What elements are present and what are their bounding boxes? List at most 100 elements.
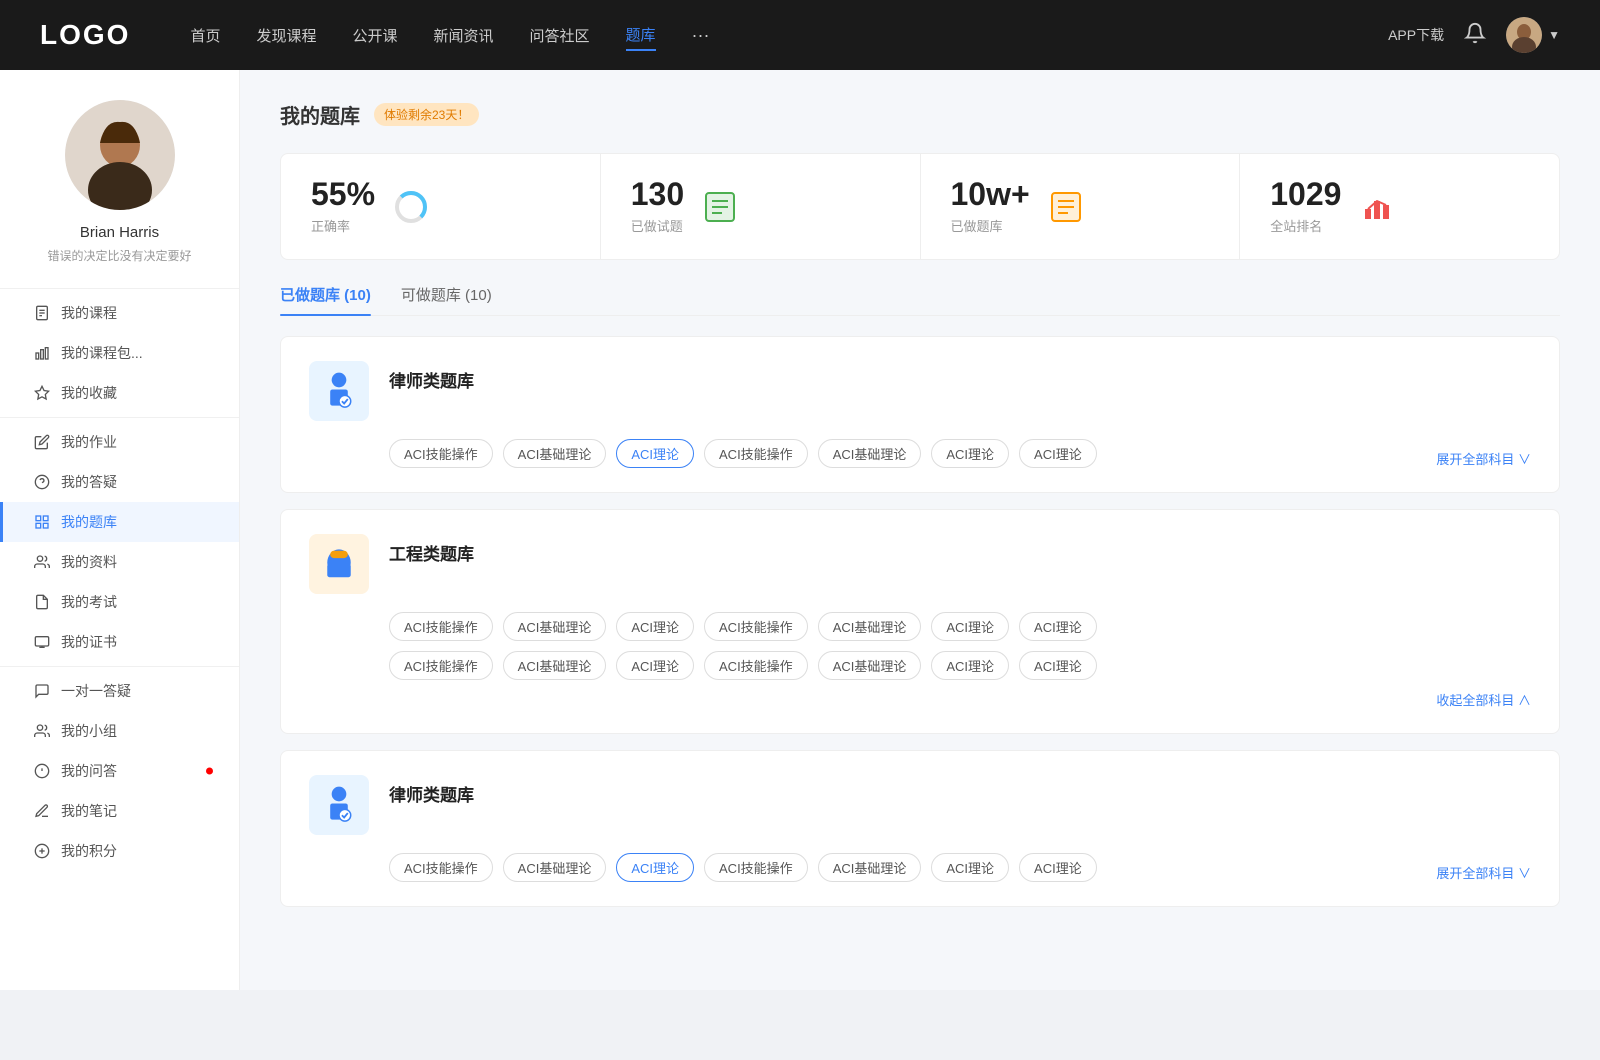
logo[interactable]: LOGO (40, 19, 130, 51)
sidebar-item-question-bank[interactable]: 我的题库 (0, 502, 239, 542)
tag-0-5[interactable]: ACI理论 (931, 439, 1009, 468)
sidebar-label: 我的课程包... (61, 343, 143, 363)
sidebar-item-favorites[interactable]: 我的收藏 (0, 373, 239, 413)
sidebar-item-1on1-qa[interactable]: 一对一答疑 (0, 671, 239, 711)
chevron-down-icon: ▼ (1548, 28, 1560, 42)
sidebar-item-profile[interactable]: 我的资料 (0, 542, 239, 582)
page-wrapper: Brian Harris 错误的决定比没有决定要好 我的课程 我的课程包... (0, 70, 1600, 990)
star-icon (33, 384, 51, 402)
expand-link-0[interactable]: 展开全部科目 ∨ (1436, 449, 1531, 468)
notification-bell[interactable] (1464, 22, 1486, 49)
avatar (1506, 17, 1542, 53)
tag-1-r2-5[interactable]: ACI理论 (931, 651, 1009, 680)
tag-0-1[interactable]: ACI基础理论 (503, 439, 607, 468)
tag-2-4[interactable]: ACI基础理论 (818, 853, 922, 882)
sidebar-item-qa[interactable]: 我的答疑 (0, 462, 239, 502)
stat-label-done-questions: 已做试题 (631, 216, 684, 235)
sidebar-label: 我的证书 (61, 632, 117, 652)
nav-qa[interactable]: 问答社区 (530, 21, 590, 50)
tag-0-4[interactable]: ACI基础理论 (818, 439, 922, 468)
navbar: LOGO 首页 发现课程 公开课 新闻资讯 问答社区 题库 ··· APP下载 … (0, 0, 1600, 70)
tag-2-0[interactable]: ACI技能操作 (389, 853, 493, 882)
nav-discover[interactable]: 发现课程 (256, 21, 316, 50)
stat-label-ranking: 全站排名 (1270, 216, 1341, 235)
tag-2-5[interactable]: ACI理论 (931, 853, 1009, 882)
badge-dot (206, 768, 213, 775)
tag-0-3[interactable]: ACI技能操作 (704, 439, 808, 468)
user-avatar-button[interactable]: ▼ (1506, 17, 1560, 53)
collapse-link-1[interactable]: 收起全部科目 ∧ (1436, 690, 1531, 709)
tag-0-2[interactable]: ACI理论 (616, 439, 694, 468)
page-header: 我的题库 体验剩余23天！ (280, 100, 1560, 129)
tag-1-r2-4[interactable]: ACI基础理论 (818, 651, 922, 680)
tag-1-1[interactable]: ACI基础理论 (503, 612, 607, 641)
sidebar-item-course-package[interactable]: 我的课程包... (0, 333, 239, 373)
trial-badge: 体验剩余23天！ (374, 103, 479, 126)
tag-1-2[interactable]: ACI理论 (616, 612, 694, 641)
tag-2-3[interactable]: ACI技能操作 (704, 853, 808, 882)
sidebar-item-group[interactable]: 我的小组 (0, 711, 239, 751)
tags-row-1-2: ACI技能操作 ACI基础理论 ACI理论 ACI技能操作 ACI基础理论 AC… (389, 651, 1531, 680)
stat-value-ranking: 1029 (1270, 178, 1341, 210)
qbank-title-2: 律师类题库 (389, 775, 474, 806)
tab-available-banks[interactable]: 可做题库 (10) (401, 284, 492, 315)
tag-0-6[interactable]: ACI理论 (1019, 439, 1097, 468)
sidebar-label: 我的小组 (61, 721, 117, 741)
sidebar-label: 我的资料 (61, 552, 117, 572)
tags-row-0: ACI技能操作 ACI基础理论 ACI理论 ACI技能操作 ACI基础理论 AC… (389, 439, 1436, 468)
sidebar-item-notes[interactable]: 我的笔记 (0, 791, 239, 831)
tag-2-2[interactable]: ACI理论 (616, 853, 694, 882)
sidebar-item-exam[interactable]: 我的考试 (0, 582, 239, 622)
points-icon (33, 842, 51, 860)
stat-card-done-banks: 10w+ 已做题库 (921, 154, 1241, 259)
tags-row-2: ACI技能操作 ACI基础理论 ACI理论 ACI技能操作 ACI基础理论 AC… (389, 853, 1436, 882)
tab-done-banks[interactable]: 已做题库 (10) (280, 284, 371, 315)
tag-0-0[interactable]: ACI技能操作 (389, 439, 493, 468)
tag-1-r2-1[interactable]: ACI基础理论 (503, 651, 607, 680)
tag-1-5[interactable]: ACI理论 (931, 612, 1009, 641)
chat-icon (33, 682, 51, 700)
sidebar-divider-1 (0, 417, 239, 418)
tags-section-1-row1: ACI技能操作 ACI基础理论 ACI理论 ACI技能操作 ACI基础理论 AC… (309, 612, 1531, 680)
sidebar-label: 我的收藏 (61, 383, 117, 403)
tag-2-1[interactable]: ACI基础理论 (503, 853, 607, 882)
sidebar-item-my-questions[interactable]: 我的问答 (0, 751, 239, 791)
sidebar-label: 我的课程 (61, 303, 117, 323)
expand-link-2[interactable]: 展开全部科目 ∨ (1436, 863, 1531, 882)
qbank-icon-lawyer-0 (309, 361, 369, 421)
tag-1-r2-3[interactable]: ACI技能操作 (704, 651, 808, 680)
nav-question-bank[interactable]: 题库 (626, 20, 656, 51)
app-download-link[interactable]: APP下载 (1388, 25, 1444, 45)
qbank-card-2: 律师类题库 ACI技能操作 ACI基础理论 ACI理论 ACI技能操作 ACI基… (280, 750, 1560, 907)
nav-home[interactable]: 首页 (190, 21, 220, 50)
sidebar-item-certificate[interactable]: 我的证书 (0, 622, 239, 662)
sidebar-item-points[interactable]: 我的积分 (0, 831, 239, 871)
tag-2-6[interactable]: ACI理论 (1019, 853, 1097, 882)
nav-more[interactable]: ··· (692, 25, 710, 46)
tags-section-0: ACI技能操作 ACI基础理论 ACI理论 ACI技能操作 ACI基础理论 AC… (309, 439, 1531, 468)
tabs-row: 已做题库 (10) 可做题库 (10) (280, 284, 1560, 316)
tag-1-r2-0[interactable]: ACI技能操作 (389, 651, 493, 680)
stat-value-done-banks: 10w+ (951, 178, 1030, 210)
sidebar-item-my-course[interactable]: 我的课程 (0, 293, 239, 333)
tag-1-r2-2[interactable]: ACI理论 (616, 651, 694, 680)
qbank-icon-lawyer-2 (309, 775, 369, 835)
tag-1-0[interactable]: ACI技能操作 (389, 612, 493, 641)
stat-label-accuracy: 正确率 (311, 216, 375, 235)
nav-menu: 首页 发现课程 公开课 新闻资讯 问答社区 题库 ··· (190, 20, 1388, 51)
tags-section-2: ACI技能操作 ACI基础理论 ACI理论 ACI技能操作 ACI基础理论 AC… (309, 853, 1531, 882)
nav-news[interactable]: 新闻资讯 (434, 21, 494, 50)
stat-value-done-questions: 130 (631, 178, 684, 210)
tag-1-4[interactable]: ACI基础理论 (818, 612, 922, 641)
nav-open-course[interactable]: 公开课 (352, 21, 397, 50)
tag-1-3[interactable]: ACI技能操作 (704, 612, 808, 641)
file-icon (33, 304, 51, 322)
tag-1-r2-6[interactable]: ACI理论 (1019, 651, 1097, 680)
stat-card-ranking: 1029 全站排名 (1240, 154, 1559, 259)
cert-icon (33, 633, 51, 651)
tag-1-6[interactable]: ACI理论 (1019, 612, 1097, 641)
qbank-card-1: 工程类题库 ACI技能操作 ACI基础理论 ACI理论 ACI技能操作 ACI基… (280, 509, 1560, 734)
stat-label-done-banks: 已做题库 (951, 216, 1030, 235)
sidebar-item-homework[interactable]: 我的作业 (0, 422, 239, 462)
sidebar-label: 一对一答疑 (61, 681, 131, 701)
